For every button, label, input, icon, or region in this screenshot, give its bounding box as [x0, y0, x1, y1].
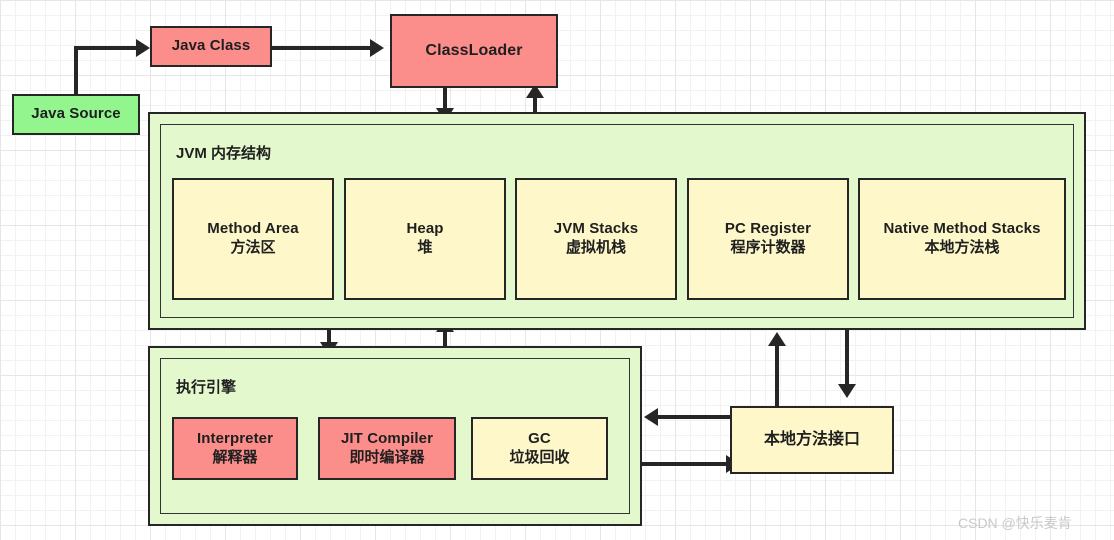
- connector-native-to-engine: [656, 415, 738, 419]
- execution-component-jit-compiler-label-cn: 即时编译器: [349, 448, 425, 466]
- execution-component-interpreter-label-cn: 解释器: [212, 448, 258, 466]
- connector-native-to-memory: [775, 340, 779, 410]
- connector-source-to-class-vertical: [74, 46, 78, 98]
- execution-component-interpreter-label-en: Interpreter: [196, 429, 274, 447]
- execution-component-gc-label-cn: 垃圾回收: [509, 448, 570, 466]
- memory-region-heap[interactable]: Heap 堆: [344, 178, 506, 300]
- memory-region-jvm-stacks-label-cn: 虚拟机栈: [565, 239, 626, 256]
- node-native-method-interface[interactable]: 本地方法接口: [730, 406, 894, 474]
- node-java-class[interactable]: Java Class: [150, 26, 272, 67]
- execution-component-gc-label-en: GC: [528, 429, 551, 447]
- arrowhead-memory-to-native: [838, 384, 856, 398]
- execution-engine-title: 执行引擎: [176, 379, 237, 396]
- memory-region-native-method-stacks-label-en: Native Method Stacks: [883, 220, 1041, 238]
- memory-region-heap-label-cn: 堆: [417, 239, 433, 256]
- connector-class-to-classloader: [272, 46, 372, 50]
- node-java-class-label: Java Class: [171, 37, 251, 55]
- node-class-loader-label: ClassLoader: [425, 42, 523, 59]
- arrowhead-to-classloader: [370, 39, 384, 57]
- memory-region-method-area-label-en: Method Area: [207, 220, 299, 238]
- jvm-memory-structure-title: JVM 内存结构: [176, 145, 272, 162]
- arrowhead-native-to-memory: [768, 332, 786, 346]
- memory-region-method-area[interactable]: Method Area 方法区: [172, 178, 334, 300]
- execution-component-gc[interactable]: GC 垃圾回收: [471, 417, 608, 480]
- memory-region-method-area-label-cn: 方法区: [230, 239, 276, 256]
- arrowhead-native-to-engine: [644, 408, 658, 426]
- connector-source-to-class-horizontal: [74, 46, 138, 50]
- memory-region-jvm-stacks[interactable]: JVM Stacks 虚拟机栈: [515, 178, 677, 300]
- node-java-source[interactable]: Java Source: [12, 94, 140, 135]
- memory-region-pc-register-label-en: PC Register: [724, 220, 812, 238]
- node-class-loader[interactable]: ClassLoader: [390, 14, 558, 88]
- node-java-source-label: Java Source: [31, 105, 121, 123]
- csdn-watermark: CSDN @快乐麦肯: [958, 515, 1072, 531]
- jvm-architecture-diagram: JVM 内存结构 Method Area 方法区 Heap 堆 JVM Stac…: [0, 0, 1114, 540]
- memory-region-native-method-stacks-label-cn: 本地方法栈: [924, 239, 1000, 256]
- memory-region-native-method-stacks[interactable]: Native Method Stacks 本地方法栈: [858, 178, 1066, 300]
- memory-region-heap-label-en: Heap: [406, 220, 444, 238]
- node-native-method-interface-label: 本地方法接口: [763, 431, 860, 448]
- connector-engine-to-native: [642, 462, 728, 466]
- execution-component-jit-compiler[interactable]: JIT Compiler 即时编译器: [318, 417, 456, 480]
- connector-memory-to-native: [845, 330, 849, 388]
- execution-component-jit-compiler-label-en: JIT Compiler: [340, 429, 434, 447]
- execution-component-interpreter[interactable]: Interpreter 解释器: [172, 417, 298, 480]
- memory-region-pc-register-label-cn: 程序计数器: [730, 239, 806, 256]
- memory-region-pc-register[interactable]: PC Register 程序计数器: [687, 178, 849, 300]
- memory-region-jvm-stacks-label-en: JVM Stacks: [553, 220, 639, 238]
- arrowhead-to-java-class: [136, 39, 150, 57]
